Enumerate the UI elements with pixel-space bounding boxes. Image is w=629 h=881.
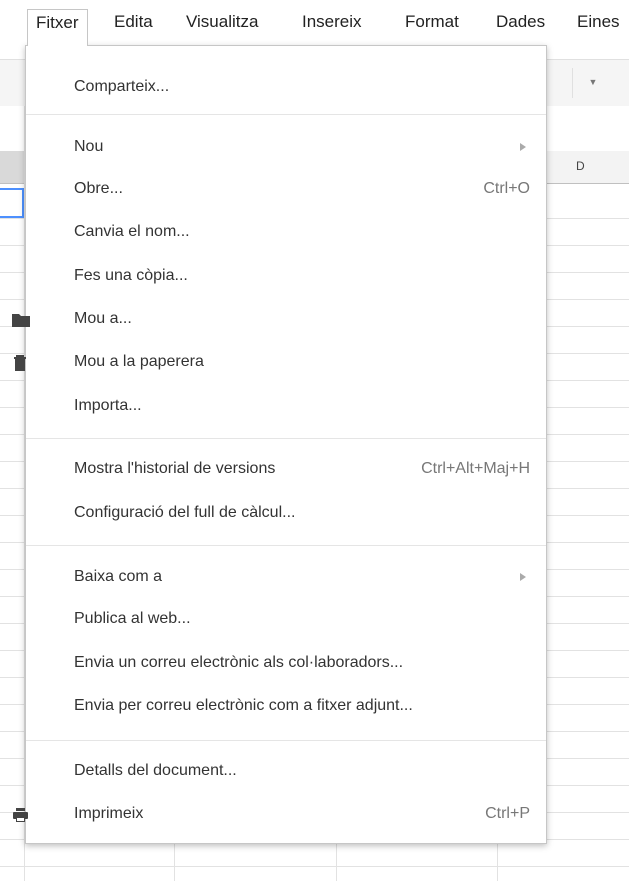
menu-item-label: Detalls del document...	[74, 762, 237, 779]
menu-divider	[26, 740, 546, 741]
menu-item-print[interactable]: Imprimeix Ctrl+P	[13, 798, 546, 832]
printer-icon	[11, 806, 31, 824]
chevron-down-icon[interactable]: ▼	[584, 73, 602, 91]
submenu-arrow-icon	[520, 573, 526, 581]
menu-divider	[26, 545, 546, 546]
menu-item-rename[interactable]: Canvia el nom...	[26, 216, 546, 250]
menu-item-open[interactable]: Obre... Ctrl+O	[26, 173, 546, 207]
menu-item-label: Baixa com a	[74, 568, 163, 585]
shortcut-text: Ctrl+Alt+Maj+H	[421, 460, 530, 477]
menu-eines[interactable]: Eines	[569, 9, 628, 37]
menu-item-label: Nou	[74, 138, 104, 155]
menu-dades[interactable]: Dades	[488, 9, 553, 37]
menu-divider	[26, 114, 546, 115]
menu-item-publish-web[interactable]: Publica al web...	[26, 603, 546, 637]
menu-bar: Fitxer Edita Visualitza Insereix Format …	[0, 0, 629, 46]
menu-item-share[interactable]: Comparteix...	[26, 71, 546, 105]
menu-insereix[interactable]: Insereix	[294, 9, 370, 37]
file-menu-dropdown: Comparteix... Nou Obre... Ctrl+O Canvia …	[12, 45, 547, 844]
shortcut-text: Ctrl+O	[483, 180, 530, 197]
menu-item-email-attachment[interactable]: Envia per correu electrònic com a fitxer…	[26, 690, 546, 724]
menu-item-label: Canvia el nom...	[74, 223, 190, 240]
menu-item-label: Fes una còpia...	[74, 267, 188, 284]
menu-item-email-collaborators[interactable]: Envia un correu electrònic als col·labor…	[26, 647, 546, 681]
menu-item-label: Envia un correu electrònic als col·labor…	[74, 654, 404, 671]
menu-item-label: Obre...	[74, 180, 123, 197]
grid-line	[0, 866, 629, 867]
menu-item-label: Configuració del full de càlcul...	[74, 504, 296, 521]
menu-item-document-details[interactable]: Detalls del document...	[26, 755, 546, 789]
trash-icon	[11, 354, 31, 372]
folder-icon	[11, 311, 31, 329]
shortcut-text: Ctrl+P	[485, 805, 530, 822]
menu-item-make-copy[interactable]: Fes una còpia...	[26, 260, 546, 294]
menu-item-move-to-trash[interactable]: Mou a la paperera	[14, 346, 546, 380]
selected-cell[interactable]	[0, 188, 24, 218]
menu-item-version-history[interactable]: Mostra l'historial de versions Ctrl+Alt+…	[26, 453, 546, 487]
menu-item-label: Imprimeix	[74, 805, 144, 822]
menu-edita[interactable]: Edita	[106, 9, 161, 37]
menu-item-label: Comparteix...	[74, 78, 170, 95]
menu-item-label: Mou a la paperera	[74, 353, 204, 370]
menu-item-import[interactable]: Importa...	[26, 390, 546, 424]
menu-item-download-as[interactable]: Baixa com a	[26, 561, 546, 595]
row-header-corner	[0, 151, 24, 183]
menu-item-label: Envia per correu electrònic com a fitxer…	[74, 697, 413, 714]
menu-item-spreadsheet-settings[interactable]: Configuració del full de càlcul...	[26, 497, 546, 531]
menu-item-label: Mou a...	[74, 310, 132, 327]
toolbar-divider	[572, 68, 573, 98]
menu-fitxer[interactable]: Fitxer	[27, 9, 88, 46]
menu-item-label: Importa...	[74, 397, 142, 414]
submenu-arrow-icon	[520, 143, 526, 151]
menu-item-move-to[interactable]: Mou a...	[12, 303, 546, 337]
menu-format[interactable]: Format	[397, 9, 467, 37]
menu-item-label: Publica al web...	[74, 610, 191, 627]
menu-divider	[26, 438, 546, 439]
menu-visualitza[interactable]: Visualitza	[178, 9, 266, 37]
menu-item-new[interactable]: Nou	[26, 131, 546, 165]
column-header-d[interactable]: D	[576, 159, 585, 173]
menu-item-label: Mostra l'historial de versions	[74, 460, 276, 477]
